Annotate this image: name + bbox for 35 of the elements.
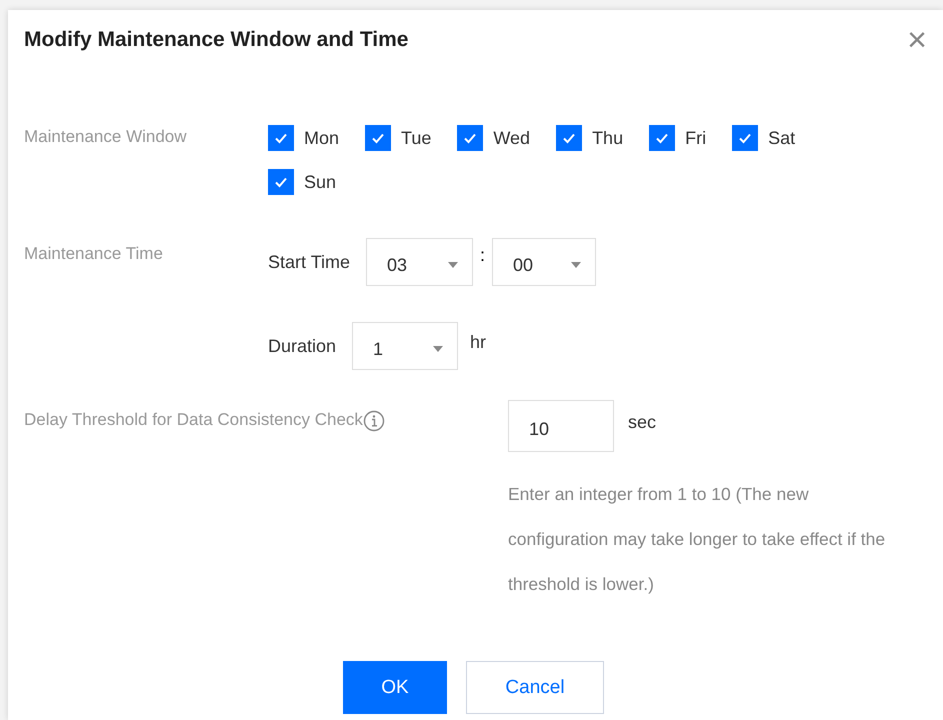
close-button[interactable]: × — [907, 23, 927, 57]
unit-label: hr — [470, 332, 486, 352]
checkbox-icon[interactable] — [649, 125, 676, 151]
checkbox-icon[interactable] — [268, 125, 294, 151]
threshold-input[interactable]: 10 — [508, 400, 614, 452]
checkbox-icon[interactable] — [365, 125, 392, 151]
hour-select[interactable]: 03 — [366, 238, 474, 286]
checkbox-icon[interactable] — [556, 125, 582, 151]
caret-icon — [571, 262, 582, 268]
checkbox-icon[interactable] — [457, 125, 484, 151]
day-checkbox[interactable]: Sun — [268, 169, 336, 195]
day-checkbox[interactable]: Fri — [649, 125, 706, 151]
day-checkbox[interactable]: Thu — [556, 125, 624, 151]
minute-select[interactable]: 00 — [492, 238, 596, 286]
hint-text: Enter an integer from 1 to 10 (The new configuration may take longer to take effect if the threshold is lower.) — [508, 483, 886, 596]
field-label: Maintenance Time — [24, 243, 164, 265]
day-checkbox[interactable]: Wed — [457, 125, 530, 151]
dialog-title: Modify Maintenance Window and Time — [24, 28, 408, 52]
checkbox-icon[interactable] — [732, 125, 758, 151]
caret-icon — [448, 262, 458, 268]
info-icon[interactable] — [362, 410, 385, 432]
duration-label: Duration — [268, 336, 336, 356]
day-checkbox[interactable]: Sat — [732, 125, 796, 151]
duration-select[interactable]: 1 — [352, 322, 458, 370]
day-checkbox[interactable]: Mon — [268, 125, 340, 151]
caret-icon — [433, 346, 444, 352]
unit-label: sec — [628, 412, 656, 432]
field-label: Maintenance Window — [24, 126, 188, 148]
field-label: Delay Threshold for Data Consistency Check — [24, 410, 363, 430]
day-checkbox[interactable]: Tue — [365, 125, 432, 151]
start-time-label: Start Time — [268, 252, 350, 272]
time-separator: : — [479, 244, 486, 266]
cancel-button[interactable]: Cancel — [466, 661, 604, 714]
checkbox-icon[interactable] — [268, 169, 294, 195]
ok-button[interactable]: OK — [343, 661, 447, 714]
